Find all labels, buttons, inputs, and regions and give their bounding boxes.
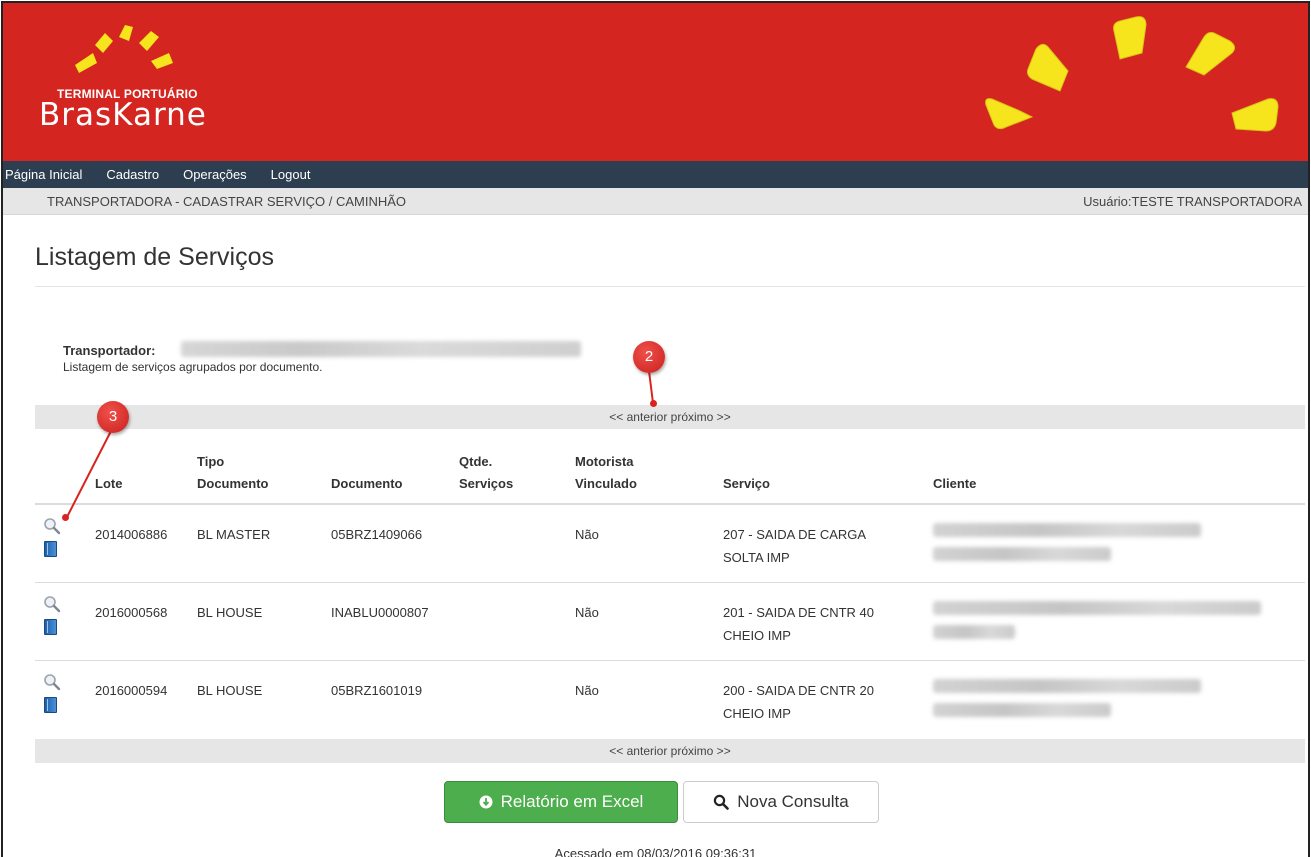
main-nav: Página Inicial Cadastro Operações Logout [3, 161, 1308, 188]
col-tipo-documento: Tipo Documento [197, 451, 269, 495]
app-window: TERMINAL PORTUÁRIO BrasKarne Página Inic… [1, 1, 1310, 857]
circle-arrow-down-icon [479, 795, 493, 809]
cell-motorista: Não [575, 605, 599, 620]
cell-servico-line-1: 207 - SAIDA DE CARGA [723, 527, 867, 542]
col-documento-label: Documento [331, 476, 403, 491]
pager-next-link[interactable]: próximo >> [671, 744, 731, 758]
annotation-marker-3: 3 [97, 401, 129, 433]
col-servico: Serviço [723, 473, 770, 495]
table-row: 2016000594 BL HOUSE 05BRZ1601019 Não 200… [35, 661, 1305, 739]
nav-logout[interactable]: Logout [259, 167, 323, 182]
cell-lote: 2014006886 [95, 527, 168, 542]
pager-next-link[interactable]: próximo >> [671, 410, 731, 424]
table-row: 2014006886 BL MASTER 05BRZ1409066 Não 20… [35, 505, 1305, 583]
cell-lote: 2016000568 [95, 605, 168, 620]
sun-logo-icon [75, 25, 173, 73]
nav-cadastro[interactable]: Cadastro [94, 167, 171, 182]
cell-lote: 2016000594 [95, 683, 168, 698]
services-table: Lote Tipo Documento Documento Qtde. Serviç… [35, 429, 1305, 739]
col-tipo-label-1: Tipo [197, 454, 225, 469]
cell-cliente-redacted [933, 679, 1201, 693]
excel-report-label: Relatório em Excel [500, 792, 644, 811]
pager-bottom: << anterior próximo >> [35, 739, 1305, 763]
cell-tipo: BL HOUSE [197, 683, 263, 698]
col-lote-label: Lote [95, 476, 123, 491]
search-icon [714, 794, 730, 810]
table-header: Lote Tipo Documento Documento Qtde. Serviç… [35, 429, 1305, 505]
sun-decoration-icon [985, 16, 1279, 132]
col-tipo-label-2: Documento [197, 476, 269, 491]
table-row: 2016000568 BL HOUSE INABLU0000807 Não 20… [35, 583, 1305, 661]
pager-prev-link[interactable]: << anterior [609, 410, 667, 424]
cell-servico: 207 - SAIDA DE CARGA SOLTA IMP [723, 523, 866, 569]
cell-motorista: Não [575, 527, 599, 542]
transportador-label: Transportador: [63, 343, 156, 358]
cell-cliente-redacted [933, 523, 1201, 537]
new-query-button[interactable]: Nova Consulta [683, 781, 879, 823]
nav-operacoes[interactable]: Operações [171, 167, 259, 182]
book-icon[interactable] [44, 697, 57, 713]
cell-documento: 05BRZ1409066 [331, 527, 423, 542]
cell-cliente-redacted-line-2 [933, 547, 1111, 561]
cell-servico-line-2: CHEIO IMP [723, 628, 791, 643]
cell-servico: 201 - SAIDA DE CNTR 40 CHEIO IMP [723, 601, 874, 647]
cell-cliente-redacted-line-2 [933, 625, 1015, 639]
col-qtde-label-1: Qtde. [459, 454, 493, 469]
pager-top: << anterior próximo >> [35, 405, 1305, 429]
col-servico-label: Serviço [723, 476, 770, 491]
book-icon[interactable] [44, 619, 57, 635]
annotation-dot-3 [62, 514, 69, 521]
cell-tipo: BL MASTER [197, 527, 271, 542]
cell-servico: 200 - SAIDA DE CNTR 20 CHEIO IMP [723, 679, 874, 725]
book-icon[interactable] [44, 541, 57, 557]
new-query-label: Nova Consulta [737, 792, 849, 811]
logo-wordmark: BrasKarne [39, 97, 207, 133]
col-documento: Documento [331, 473, 403, 495]
logged-user: Usuário:TESTE TRANSPORTADORA [1083, 194, 1302, 209]
cell-servico-line-1: 200 - SAIDA DE CNTR 20 [723, 683, 874, 698]
page-title: Listagem de Serviços [35, 243, 275, 271]
col-qtde-label-2: Serviços [459, 476, 514, 491]
cell-documento: 05BRZ1601019 [331, 683, 423, 698]
col-cliente: Cliente [933, 473, 976, 495]
access-timestamp: Acessado em 08/03/2016 09:36:31 [554, 846, 757, 857]
title-divider [35, 286, 1305, 287]
col-lote: Lote [95, 473, 122, 495]
cell-cliente-redacted [933, 601, 1261, 615]
breadcrumb: TRANSPORTADORA - CADASTRAR SERVIÇO / CAM… [47, 194, 406, 209]
col-cliente-label: Cliente [933, 476, 977, 491]
col-motorista-label-1: Motorista [575, 454, 634, 469]
col-motorista-vinculado: Motorista Vinculado [575, 451, 637, 495]
excel-report-button[interactable]: Relatório em Excel [444, 781, 678, 823]
magnifier-icon[interactable] [43, 517, 61, 535]
pager-prev-link[interactable]: << anterior [609, 744, 667, 758]
braskarne-logo[interactable]: TERMINAL PORTUÁRIO BrasKarne [35, 23, 285, 143]
col-qtde-servicos: Qtde. Serviços [459, 451, 513, 495]
cell-motorista: Não [575, 683, 599, 698]
cell-cliente-redacted-line-2 [933, 703, 1111, 717]
annotation-dot-2 [650, 400, 657, 407]
cell-servico-line-2: SOLTA IMP [723, 550, 790, 565]
listing-description: Listagem de serviços agrupados por docum… [63, 360, 323, 374]
cell-tipo: BL HOUSE [197, 605, 263, 620]
site-header: TERMINAL PORTUÁRIO BrasKarne [3, 3, 1308, 161]
breadcrumb-bar: TRANSPORTADORA - CADASTRAR SERVIÇO / CAM… [3, 188, 1308, 215]
cell-servico-line-2: CHEIO IMP [723, 706, 791, 721]
col-motorista-label-2: Vinculado [575, 476, 637, 491]
annotation-marker-2: 2 [633, 341, 665, 373]
magnifier-icon[interactable] [43, 595, 61, 613]
cell-servico-line-1: 201 - SAIDA DE CNTR 40 [723, 605, 874, 620]
nav-pagina-inicial[interactable]: Página Inicial [3, 167, 94, 182]
magnifier-icon[interactable] [43, 673, 61, 691]
transportador-value-redacted [181, 341, 581, 357]
cell-documento: INABLU0000807 [331, 605, 429, 620]
